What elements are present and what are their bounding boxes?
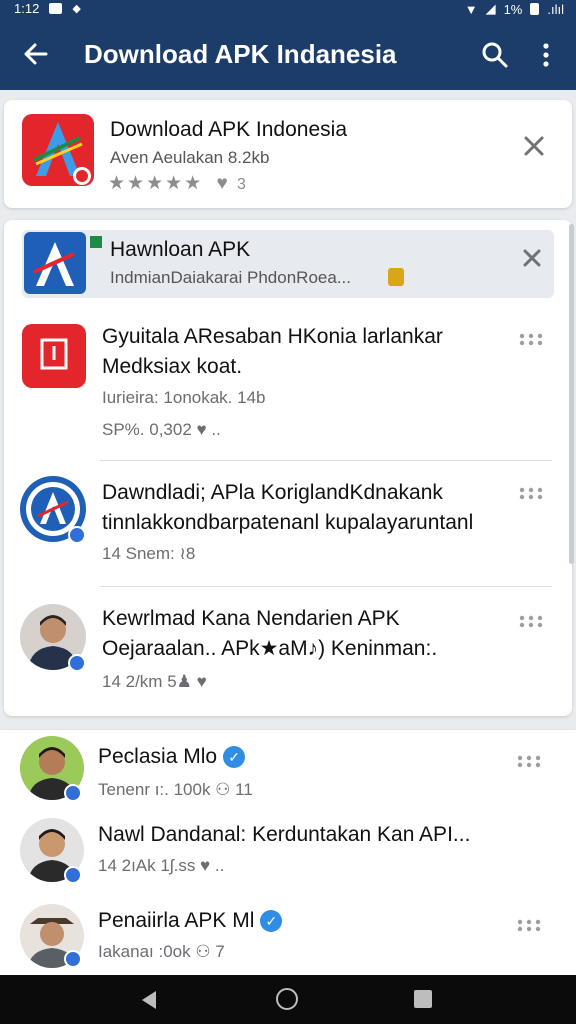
banner-logo-icon: [24, 232, 86, 294]
feed-item-2-title[interactable]: Dawndladi; APla KoriglandKdnakank: [102, 478, 443, 508]
verified-check-icon: ✓: [223, 746, 246, 769]
more-options-icon[interactable]: [518, 332, 544, 346]
verified-check-icon: ✓: [260, 910, 283, 933]
nav-recents-icon[interactable]: [414, 990, 432, 1008]
lock-icon: [388, 268, 404, 286]
app-logo-icon: [22, 114, 94, 186]
signal-strength: .ılıl: [547, 1, 564, 17]
person-3-meta: Iakanaı :0ok ⚇ 7: [98, 942, 225, 961]
rating-count: 3: [237, 176, 248, 193]
feed-item-1-title-2[interactable]: Medksiax koat.: [102, 352, 242, 382]
verified-badge-icon: [68, 526, 86, 544]
banner-flag-icon: [90, 236, 102, 248]
feed-item-1-stats: SP%. 0,302 ♥ ..: [102, 420, 221, 439]
battery-level: 1%: [503, 1, 523, 17]
system-nav-bar: [0, 975, 576, 1024]
more-options-icon[interactable]: [516, 754, 542, 768]
person-2-name[interactable]: Nawl Dandanal: Kerduntakan Kan API...: [98, 820, 470, 850]
wifi-icon: ▼: [464, 1, 478, 17]
app-card[interactable]: Download APK Indonesia Aven Aeulakan 8.2…: [4, 100, 572, 208]
more-vert-icon[interactable]: [534, 40, 558, 70]
feed-item-2-meta: 14 Snem: ≀8: [102, 544, 196, 563]
search-icon[interactable]: [480, 40, 510, 70]
feed-item-3-title[interactable]: Kewrlmad Kana Nendarien APK: [102, 604, 400, 634]
app-bar: Download APK Indanesia: [0, 18, 576, 90]
close-icon[interactable]: [518, 244, 546, 272]
app-name: Download APK Indonesia: [110, 118, 347, 141]
banner-title: Hawnloan APK: [110, 238, 251, 261]
feed-item-3-title-2[interactable]: Oejaraalan.. APk★aM♪) Keninman:.: [102, 634, 437, 664]
divider: [100, 586, 552, 587]
feed-item-1-icon: [22, 324, 86, 388]
status-time: 1:12: [14, 1, 40, 16]
person-1-name[interactable]: Peclasia Mlo ✓: [98, 742, 246, 772]
verified-badge-icon: [68, 654, 86, 672]
notification-dot-icon: ◆: [72, 3, 81, 15]
person-1-name-text: Peclasia Mlo: [98, 745, 218, 768]
nav-home-icon[interactable]: [276, 988, 298, 1010]
person-3-name[interactable]: Penaiirla APK Ml ✓: [98, 906, 283, 936]
back-arrow-icon[interactable]: [20, 38, 52, 70]
feed-item-1-title[interactable]: Gyuitala AResaban HKonia larlankar: [102, 322, 443, 352]
scrollbar[interactable]: [569, 224, 574, 564]
people-card: Peclasia Mlo ✓ Tenenr ı:. 100k ⚇ 11 Nawl …: [0, 730, 576, 975]
star-rating: ★★★★★ ♥ 3: [108, 172, 248, 195]
divider: [100, 460, 552, 461]
page-title: Download APK Indanesia: [84, 39, 397, 69]
status-bar: 1:12 ◆ ▼ ◢ 1% .ılıl: [0, 0, 576, 18]
star-icon: ★★★★★: [108, 173, 204, 194]
notification-icon: [49, 3, 63, 14]
nav-back-icon[interactable]: [138, 989, 160, 1011]
feed-item-3-meta: 14 2/km 5♟ ♥: [102, 672, 207, 691]
verified-badge-icon: [64, 784, 82, 802]
app-subtitle: Aven Aeulakan 8.2kb: [110, 148, 270, 167]
banner-subtitle: IndmianDaiakarai PhdonRoea...: [110, 268, 351, 287]
battery-icon: [530, 3, 540, 15]
signal-icon: ◢: [485, 1, 496, 16]
person-1-meta: Tenenr ı:. 100k ⚇ 11: [98, 780, 253, 799]
person-2-meta: 14 2ıAk 1ʃ.ss ♥ ..: [98, 856, 225, 875]
feed-item-1-meta: Iurieira: 1onokak. 14b: [102, 388, 266, 407]
close-icon[interactable]: [520, 132, 548, 160]
feed-card: Hawnloan APK IndmianDaiakarai PhdonRoea.…: [4, 220, 572, 716]
more-options-icon[interactable]: [518, 486, 544, 500]
feed-item-2-title-2[interactable]: tinnlakkondbarpatenanl kupalayaruntanl: [102, 508, 473, 538]
verified-badge-icon: [64, 866, 82, 884]
heart-icon: ♥: [216, 173, 230, 194]
promo-banner[interactable]: Hawnloan APK IndmianDaiakarai PhdonRoea.…: [22, 230, 554, 298]
more-options-icon[interactable]: [516, 918, 542, 932]
verified-badge-icon: [64, 950, 82, 968]
person-3-name-text: Penaiirla APK Ml: [98, 909, 255, 932]
more-options-icon[interactable]: [518, 614, 544, 628]
